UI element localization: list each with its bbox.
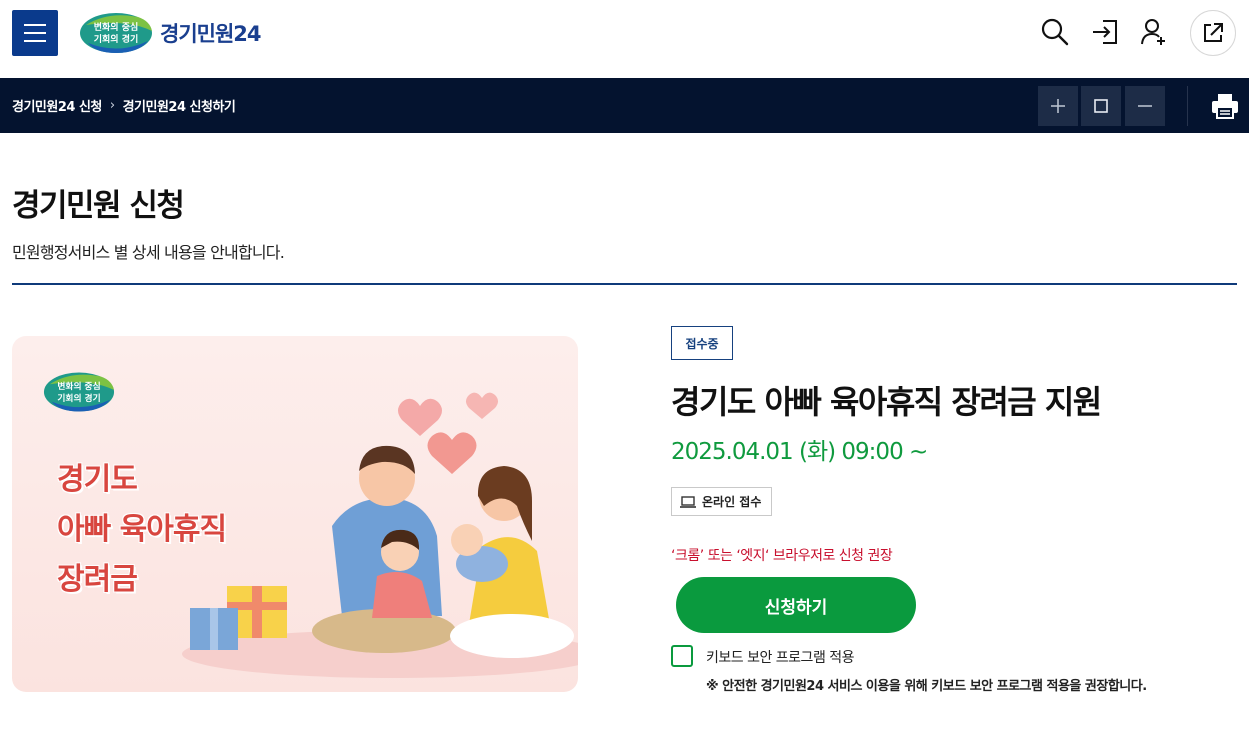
heart-icon	[398, 398, 442, 436]
service-title: 경기도 아빠 육아휴직 장려금 지원	[671, 383, 1102, 421]
toolbar-divider	[1187, 86, 1188, 126]
signup-button[interactable]	[1134, 12, 1174, 52]
svg-text:변화의 중심: 변화의 중심	[57, 380, 100, 392]
banner-text-line: 장려금	[57, 562, 138, 597]
breadcrumb-item[interactable]: 경기민원24 신청	[12, 96, 102, 115]
logo-text: 경기민원24	[160, 22, 262, 46]
breadcrumb: 경기민원24 신청 › 경기민원24 신청하기	[12, 78, 236, 133]
service-date: 2025.04.01 (화) 09:00 ~	[671, 439, 928, 465]
page-title: 경기민원 신청	[12, 188, 185, 224]
add-user-icon	[1141, 19, 1165, 45]
heart-icon	[466, 392, 498, 419]
zoom-out-button[interactable]	[1125, 86, 1165, 126]
breadcrumb-item-current[interactable]: 경기민원24 신청하기	[123, 96, 236, 115]
external-link-button[interactable]	[1190, 10, 1236, 56]
zoom-reset-icon	[1094, 99, 1108, 113]
channel-label: 온라인 접수	[702, 495, 762, 509]
print-button[interactable]	[1208, 88, 1242, 124]
page-description: 민원행정서비스 별 상세 내용을 안내합니다.	[12, 243, 285, 262]
external-link-icon	[1204, 23, 1223, 42]
logo-badge: 변화의 중심 기회의 경기	[78, 11, 154, 55]
login-button[interactable]	[1085, 12, 1125, 52]
svg-text:기회의 경기: 기회의 경기	[94, 33, 139, 45]
search-icon	[1041, 18, 1069, 46]
laptop-icon	[680, 495, 696, 508]
site-logo[interactable]: 변화의 중심 기회의 경기 경기민원24	[78, 10, 262, 56]
service-banner-image: 변화의 중심 기회의 경기 경기도 아빠 육아휴직 장려금	[12, 336, 578, 692]
apply-button[interactable]: 신청하기	[676, 577, 916, 633]
menu-button[interactable]	[12, 10, 58, 56]
zoom-reset-button[interactable]	[1081, 86, 1121, 126]
heading-divider	[12, 283, 1237, 285]
zoom-in-button[interactable]	[1038, 86, 1078, 126]
print-icon	[1212, 94, 1238, 119]
keyboard-security-checkbox[interactable]	[671, 645, 693, 667]
banner-text-line: 경기도	[57, 462, 138, 497]
banner-logo: 변화의 중심 기회의 경기	[42, 370, 116, 414]
status-badge: 접수중	[671, 326, 733, 360]
keyboard-security-note: ※ 안전한 경기민원24 서비스 이용을 위해 키보드 보안 프로그램 적용을 …	[706, 679, 1147, 694]
chevron-right-icon: ›	[109, 98, 115, 113]
banner-text-line: 아빠 육아휴직	[57, 512, 227, 547]
search-button[interactable]	[1035, 12, 1075, 52]
zoom-out-icon	[1138, 105, 1152, 107]
browser-notice: ‘크롬’ 또는 ‘엣지‘ 브라우저로 신청 권장	[671, 548, 893, 564]
site-header: 변화의 중심 기회의 경기 경기민원24	[0, 0, 1249, 78]
hamburger-icon	[24, 24, 46, 26]
keyboard-security-label[interactable]: 키보드 보안 프로그램 적용	[706, 647, 855, 667]
channel-badge: 온라인 접수	[671, 487, 772, 516]
login-icon	[1093, 20, 1117, 44]
svg-text:기회의 경기: 기회의 경기	[57, 392, 100, 404]
zoom-in-icon	[1051, 99, 1065, 113]
heart-icon	[427, 432, 477, 474]
svg-text:변화의 중심: 변화의 중심	[94, 21, 139, 33]
